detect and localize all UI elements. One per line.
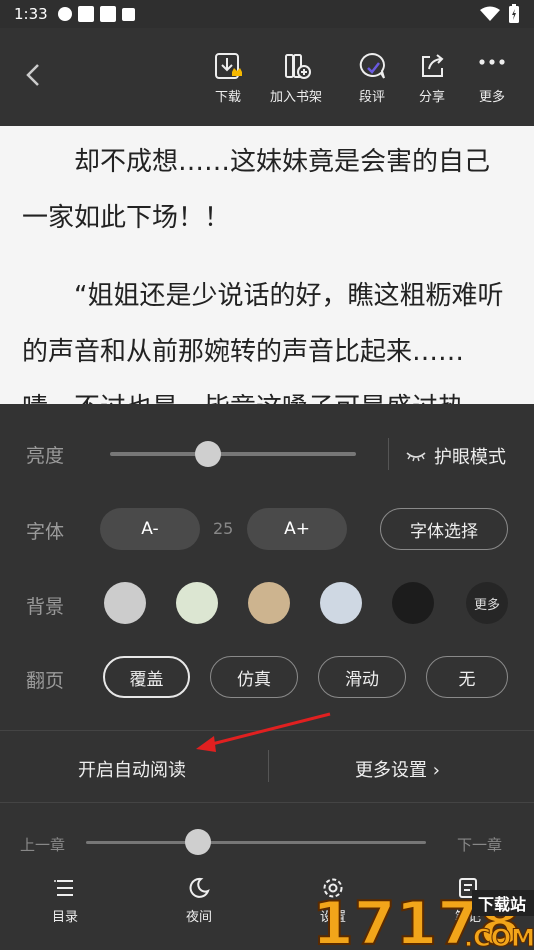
paragraph: “姐姐还是少说话的好，瞧这粗粝难听的声音和从前那婉转的声音比起来……啧，不过也是… (22, 281, 504, 404)
background-swatch-tan[interactable] (248, 582, 290, 624)
paragraph: 却不成想……这妹妹竟是会害的自己一家如此下场！！ (22, 147, 491, 233)
brightness-label: 亮度 (26, 445, 65, 467)
nav-catalog-label: 目录 (52, 910, 79, 925)
eye-closed-icon (406, 452, 426, 462)
comment-icon (359, 52, 385, 79)
more-label: 更多 (478, 90, 505, 105)
paragraph-comment-label: 段评 (358, 90, 385, 105)
app-notification-icon (121, 7, 135, 21)
background-swatch-black[interactable] (392, 582, 434, 624)
background-swatch-green[interactable] (176, 582, 218, 624)
divider-line (0, 730, 534, 731)
background-swatch-blue[interactable] (320, 582, 362, 624)
auto-read-button[interactable]: 开启自动阅读 (78, 756, 186, 782)
list-icon (54, 880, 73, 896)
notification-icon-2 (99, 6, 116, 22)
status-bar: 1:33 (0, 0, 534, 28)
share-label: 分享 (418, 90, 445, 105)
status-time: 1:33 (14, 5, 48, 23)
more-dots-icon (479, 59, 505, 65)
download-icon (215, 53, 242, 79)
share-icon (422, 54, 444, 77)
page-turn-cover[interactable]: 覆盖 (103, 656, 190, 698)
divider (268, 750, 269, 782)
chevron-left-icon (26, 64, 39, 86)
background-more-button[interactable]: 更多 (466, 582, 508, 624)
download-label: 下载 (214, 90, 241, 105)
brightness-slider[interactable] (110, 452, 356, 456)
add-shelf-label: 加入书架 (270, 90, 323, 105)
back-button[interactable] (20, 60, 46, 90)
battery-icon (509, 4, 519, 23)
sync-icon (57, 7, 72, 21)
eye-mode-label: 护眼模式 (434, 447, 506, 468)
paragraph-comment-button[interactable]: 段评 (356, 50, 388, 105)
watermark-sub: 下载站 (478, 895, 526, 914)
background-swatch-gray[interactable] (104, 582, 146, 624)
font-increase-button[interactable]: A+ (247, 508, 347, 550)
more-button[interactable]: 更多 (476, 50, 508, 105)
divider (388, 438, 389, 470)
prev-chapter-button[interactable]: 上一章 (20, 834, 65, 855)
moon-icon (189, 877, 210, 898)
status-right (480, 4, 520, 24)
page-turn-none[interactable]: 无 (426, 656, 508, 698)
reading-content[interactable]: 却不成想……这妹妹竟是会害的自己一家如此下场！！ “姐姐还是少说话的好，瞧这粗粝… (0, 126, 534, 404)
wifi-icon (480, 6, 500, 21)
page-turn-simulate[interactable]: 仿真 (210, 656, 298, 698)
page-turn-slide[interactable]: 滑动 (318, 656, 406, 698)
font-decrease-button[interactable]: A- (100, 508, 200, 550)
eye-mode-button[interactable]: 护眼模式 (406, 443, 506, 469)
page-turn-label: 翻页 (26, 670, 65, 692)
share-button[interactable]: 分享 (416, 50, 448, 105)
notification-icon (77, 6, 94, 22)
background-label: 背景 (26, 596, 65, 618)
watermark-logo: 17178 下载站 .COM (312, 888, 534, 950)
nav-catalog[interactable]: 目录 (52, 876, 78, 925)
next-chapter-button[interactable]: 下一章 (457, 834, 502, 855)
font-size-value: 25 (213, 519, 234, 538)
more-settings-button[interactable]: 更多设置 › (355, 756, 440, 782)
font-select-button[interactable]: 字体选择 (380, 508, 508, 550)
font-label: 字体 (26, 521, 65, 543)
download-button[interactable]: 下载 (212, 50, 244, 105)
chapter-progress-slider[interactable] (86, 841, 426, 844)
divider-line (0, 802, 534, 803)
watermark-suffix: .COM (464, 924, 534, 950)
add-shelf-button[interactable]: 加入书架 (270, 50, 322, 105)
chapter-progress-thumb[interactable] (185, 829, 212, 855)
nav-night-label: 夜间 (186, 910, 213, 925)
nav-night[interactable]: 夜间 (186, 876, 212, 925)
bookshelf-add-icon (285, 54, 311, 79)
reader-toolbar: 下载 加入书架 段评 分享 更多 (0, 28, 534, 126)
